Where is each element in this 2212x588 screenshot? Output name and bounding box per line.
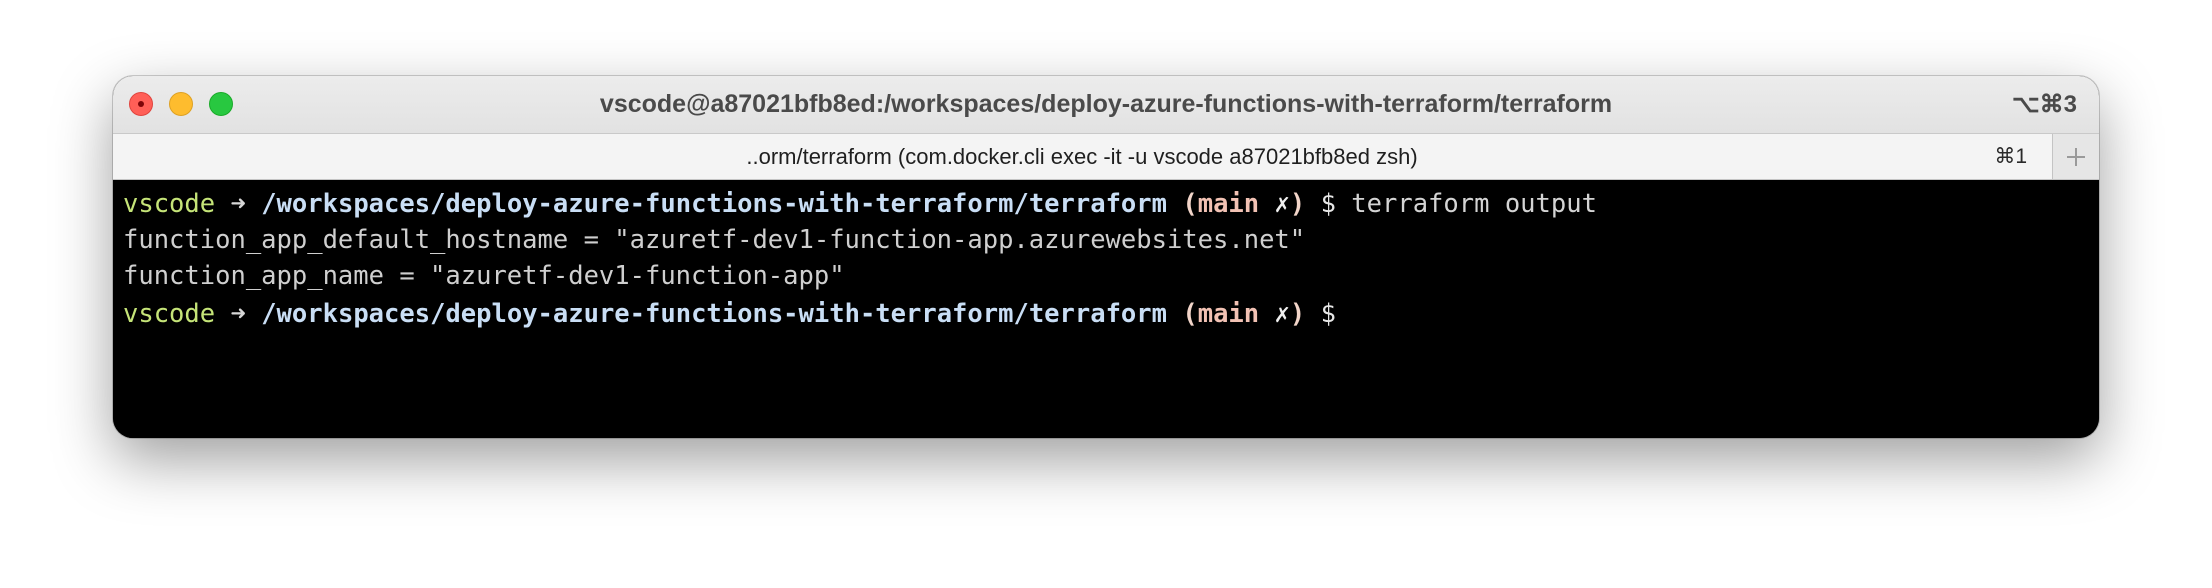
prompt-arrow: ➜ bbox=[230, 189, 246, 219]
prompt-user: vscode bbox=[123, 299, 216, 329]
tab-terminal-session[interactable]: ..orm/terraform (com.docker.cli exec -it… bbox=[113, 134, 2051, 179]
prompt-close-paren: ) bbox=[1289, 299, 1306, 329]
tab-label: ..orm/terraform (com.docker.cli exec -it… bbox=[746, 144, 1418, 169]
plus-icon[interactable] bbox=[2052, 134, 2099, 179]
window-shortcut: ⌥⌘3 bbox=[2011, 91, 2077, 118]
output-line: function_app_default_hostname = "azuretf… bbox=[123, 225, 1306, 255]
prompt-symbol: $ bbox=[1320, 189, 1336, 219]
prompt-dirty-marker: ✗ bbox=[1274, 189, 1290, 219]
prompt-path: /workspaces/deploy-azure-functions-with-… bbox=[261, 189, 1167, 219]
tab-shortcut: ⌘1 bbox=[1994, 145, 2027, 168]
prompt-line: vscode ➜ /workspaces/deploy-azure-functi… bbox=[123, 186, 2089, 222]
prompt-branch: main bbox=[1197, 189, 1260, 219]
title-bar[interactable]: vscode@a87021bfb8ed:/workspaces/deploy-a… bbox=[113, 76, 2099, 134]
prompt-open-paren: ( bbox=[1182, 299, 1198, 329]
prompt-symbol: $ bbox=[1320, 299, 1336, 329]
window-title: vscode@a87021bfb8ed:/workspaces/deploy-a… bbox=[599, 90, 1613, 118]
prompt-line: vscode ➜ /workspaces/deploy-azure-functi… bbox=[123, 294, 2089, 330]
prompt-close-paren: ) bbox=[1289, 189, 1306, 219]
prompt-arrow: ➜ bbox=[230, 299, 246, 329]
prompt-dirty-marker: ✗ bbox=[1274, 299, 1290, 329]
prompt-open-paren: ( bbox=[1182, 189, 1198, 219]
terminal-content[interactable]: vscode ➜ /workspaces/deploy-azure-functi… bbox=[113, 180, 2099, 438]
prompt-user: vscode bbox=[123, 189, 216, 219]
prompt-branch: main bbox=[1197, 299, 1260, 329]
terminal-window: vscode@a87021bfb8ed:/workspaces/deploy-a… bbox=[113, 76, 2099, 438]
output-line: function_app_name = "azuretf-dev1-functi… bbox=[123, 261, 845, 291]
prompt-command: terraform output bbox=[1351, 189, 1597, 219]
tab-bar: ..orm/terraform (com.docker.cli exec -it… bbox=[113, 134, 2099, 180]
prompt-path: /workspaces/deploy-azure-functions-with-… bbox=[261, 299, 1167, 329]
